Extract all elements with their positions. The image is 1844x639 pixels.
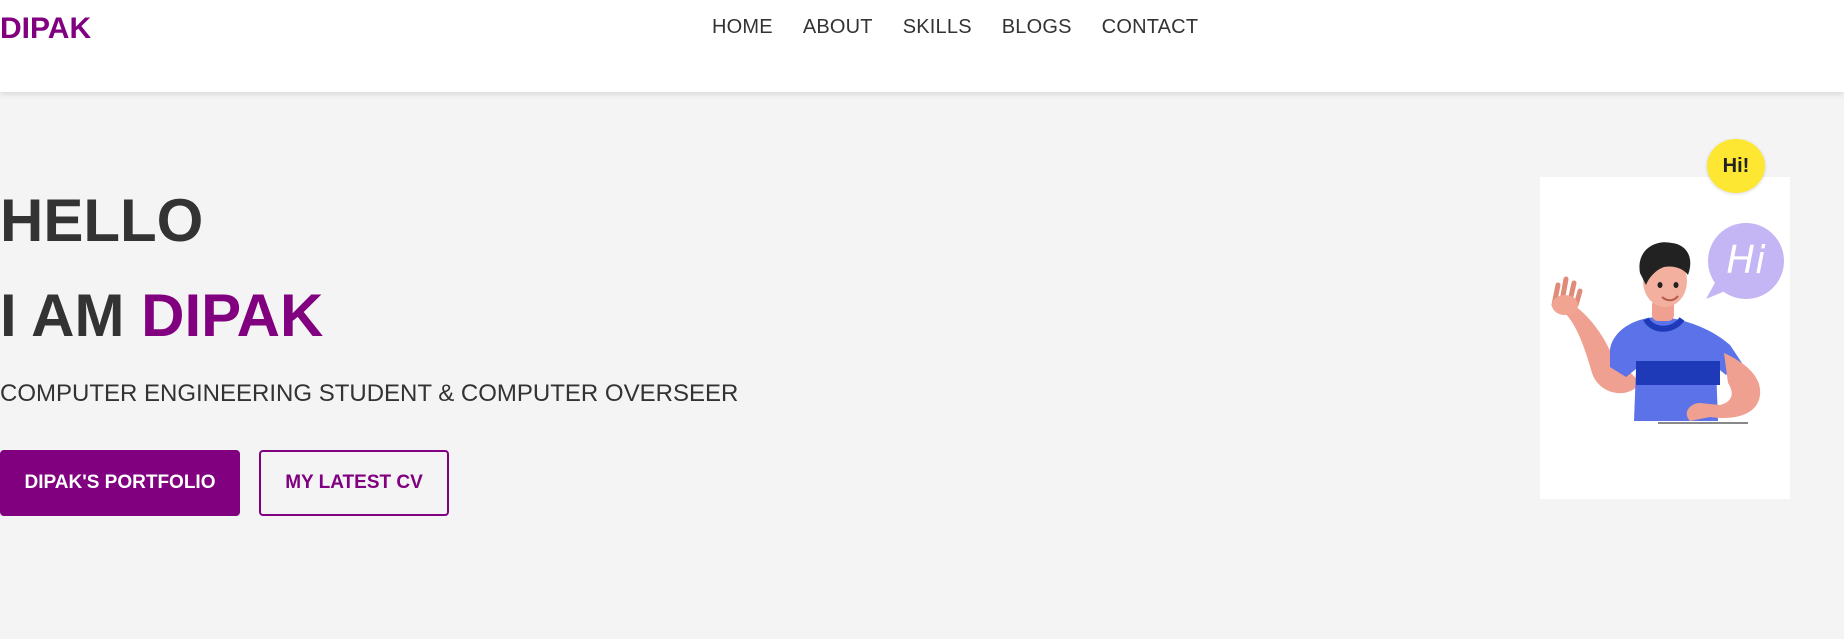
waving-person-icon: Hi <box>1551 223 1784 424</box>
speech-bubble-text: Hi <box>1726 238 1766 282</box>
hero-greeting: HELLO <box>0 187 204 254</box>
hero-name: DIPAK <box>141 282 324 349</box>
nav-link-contact[interactable]: CONTACT <box>1102 16 1199 39</box>
portfolio-button[interactable]: DIPAK'S PORTFOLIO <box>0 450 240 516</box>
waving-person-illustration: Hi <box>1540 177 1790 499</box>
hero-subtitle: COMPUTER ENGINEERING STUDENT & COMPUTER … <box>0 380 739 407</box>
speech-bubble-icon: Hi <box>1706 223 1784 299</box>
site-logo[interactable]: DIPAK <box>0 12 91 46</box>
nav-link-about[interactable]: ABOUT <box>803 16 873 39</box>
navbar: DIPAK HOME ABOUT SKILLS BLOGS CONTACT <box>0 0 1844 92</box>
nav-link-blogs[interactable]: BLOGS <box>1002 16 1072 39</box>
nav-link-skills[interactable]: SKILLS <box>903 16 972 39</box>
latest-cv-button[interactable]: MY LATEST CV <box>259 450 449 516</box>
hero-intro: I AM DIPAK <box>0 280 323 352</box>
hero-intro-prefix: I AM <box>0 282 125 349</box>
hi-badge: Hi! <box>1707 139 1765 193</box>
nav-links: HOME ABOUT SKILLS BLOGS CONTACT <box>712 16 1198 39</box>
nav-link-home[interactable]: HOME <box>712 16 773 39</box>
